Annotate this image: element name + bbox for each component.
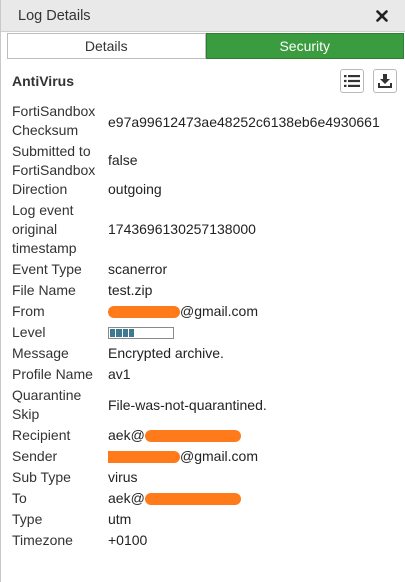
field-value: aek@	[108, 426, 241, 445]
field-label: Message	[12, 345, 69, 361]
field-value: scanerror	[108, 260, 168, 277]
redaction-mark	[108, 306, 180, 319]
list-icon	[344, 75, 360, 87]
field-row-level: Level	[12, 322, 405, 343]
field-value: File-was-not-quarantined.	[108, 396, 267, 413]
level-segment	[160, 328, 166, 337]
field-label: Quarantine Skip	[12, 387, 82, 422]
field-label: Recipient	[12, 427, 71, 443]
redaction-mark	[108, 451, 180, 464]
tab-details[interactable]: Details	[7, 33, 206, 59]
tab-security[interactable]: Security	[205, 33, 404, 59]
field-value: @gmail.com	[108, 302, 258, 321]
field-row-timezone: Timezone +0100	[12, 530, 405, 551]
field-label: Sender	[12, 448, 58, 464]
field-value: +0100	[108, 532, 148, 548]
field-value: aek@	[108, 489, 241, 508]
field-row-profile: Profile Name av1	[12, 364, 405, 385]
download-icon	[378, 74, 392, 88]
field-row-sub-type: Sub Type virus	[12, 467, 405, 488]
email-user: aek@	[108, 490, 145, 506]
field-label: Event Type	[12, 260, 82, 277]
section-title: AntiVirus	[12, 73, 74, 89]
email-domain: @gmail.com	[180, 303, 259, 319]
tab-bar: Details Security	[7, 33, 404, 59]
close-button[interactable]	[373, 7, 391, 25]
field-row-to: To aek@	[12, 488, 405, 509]
title-bar: Log Details	[1, 0, 405, 32]
field-label: Timezone	[12, 532, 73, 548]
log-details-panel: Log Details Details Security AntiVirus F…	[0, 0, 405, 582]
level-segment	[141, 328, 147, 337]
field-row-checksum: FortiSandbox Checksum e97a99612473ae4825…	[12, 100, 405, 142]
field-row-quarantine: Quarantine Skip File-was-not-quarantined…	[12, 385, 405, 425]
field-label: Log event original timestamp	[12, 201, 77, 256]
level-segment	[154, 328, 160, 337]
email-user: aek@	[108, 427, 145, 443]
level-segment	[147, 328, 154, 337]
field-value: e97a99612473ae48252c6138eb6e4930661	[108, 113, 380, 130]
field-label: To	[12, 490, 27, 506]
field-row-from: From @gmail.com	[12, 301, 405, 322]
window-title: Log Details	[18, 7, 91, 24]
field-label: File Name	[12, 282, 76, 298]
field-label: FortiSandbox Checksum	[12, 103, 96, 138]
download-button[interactable]	[373, 69, 397, 93]
field-value	[108, 326, 174, 339]
field-value: Encrypted archive.	[108, 345, 224, 361]
field-row-type: Type utm	[12, 509, 405, 530]
field-row-submitted: Submitted to FortiSandbox false	[12, 142, 405, 179]
field-row-recipient: Recipient aek@	[12, 425, 405, 446]
field-value: false	[108, 152, 138, 168]
field-row-timestamp: Log event original timestamp 17436961302…	[12, 200, 405, 258]
level-segment	[116, 328, 122, 337]
level-segment	[135, 328, 141, 337]
list-view-button[interactable]	[340, 69, 364, 93]
email-domain: @gmail.com	[180, 448, 259, 464]
field-row-message: Message Encrypted archive.	[12, 343, 405, 364]
level-segment	[166, 328, 172, 337]
field-value: test.zip	[108, 282, 153, 298]
field-value: utm	[108, 511, 132, 527]
field-value: av1	[108, 366, 131, 382]
field-value: 1743696130257138000	[108, 220, 256, 237]
field-value: outgoing	[108, 181, 162, 197]
field-row-file-name: File Name test.zip	[12, 280, 405, 301]
level-indicator	[108, 326, 174, 339]
field-label: Sub Type	[12, 469, 71, 485]
field-label: From	[12, 303, 45, 319]
field-label: Profile Name	[12, 366, 93, 382]
field-label: Submitted to FortiSandbox	[12, 142, 96, 178]
field-row-direction: Direction outgoing	[12, 179, 405, 200]
field-label: Direction	[12, 181, 68, 197]
field-value: @gmail.com	[108, 447, 258, 466]
field-row-sender: Sender @gmail.com	[12, 446, 405, 467]
redaction-mark	[144, 430, 241, 443]
field-label: Level	[12, 324, 46, 340]
field-row-event-type: Event Type scanerror	[12, 258, 405, 280]
field-label: Type	[12, 511, 43, 527]
level-segment	[122, 328, 128, 337]
field-value: virus	[108, 469, 138, 485]
level-segment	[128, 328, 135, 337]
field-list: FortiSandbox Checksum e97a99612473ae4825…	[12, 100, 405, 551]
close-icon	[376, 9, 388, 22]
level-segment	[110, 328, 116, 337]
redaction-mark	[144, 493, 241, 506]
